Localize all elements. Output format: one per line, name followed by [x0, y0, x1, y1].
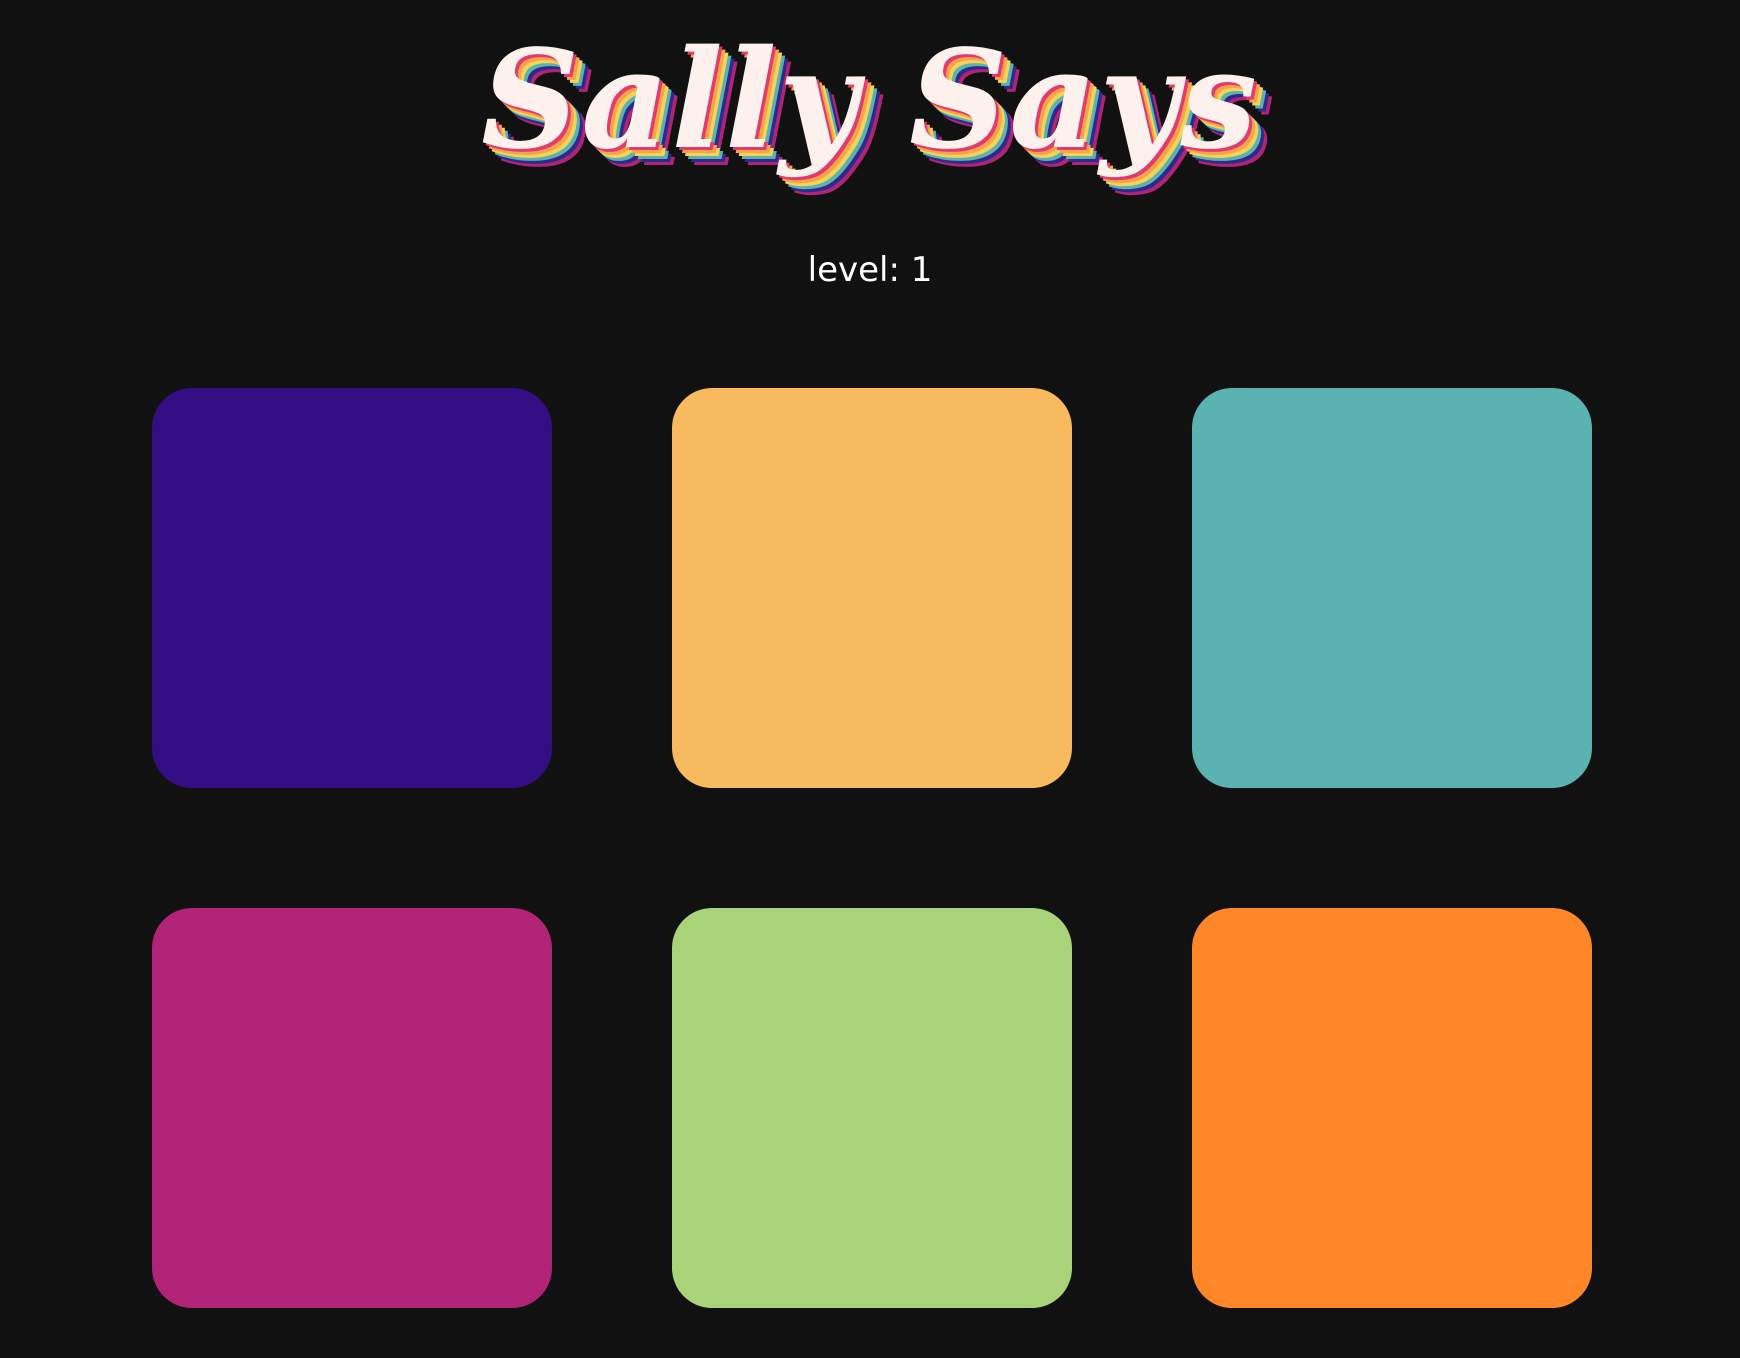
tile-orange[interactable] — [1192, 908, 1592, 1308]
tile-purple[interactable] — [152, 388, 552, 788]
tile-teal[interactable] — [1192, 388, 1592, 788]
tile-green[interactable] — [672, 908, 1072, 1308]
game-screen: Sally Says level: 1 — [0, 0, 1740, 1358]
tile-yellow[interactable] — [672, 388, 1072, 788]
game-title: Sally Says — [481, 20, 1259, 180]
level-indicator: level: 1 — [807, 250, 933, 290]
tile-magenta[interactable] — [152, 908, 552, 1308]
